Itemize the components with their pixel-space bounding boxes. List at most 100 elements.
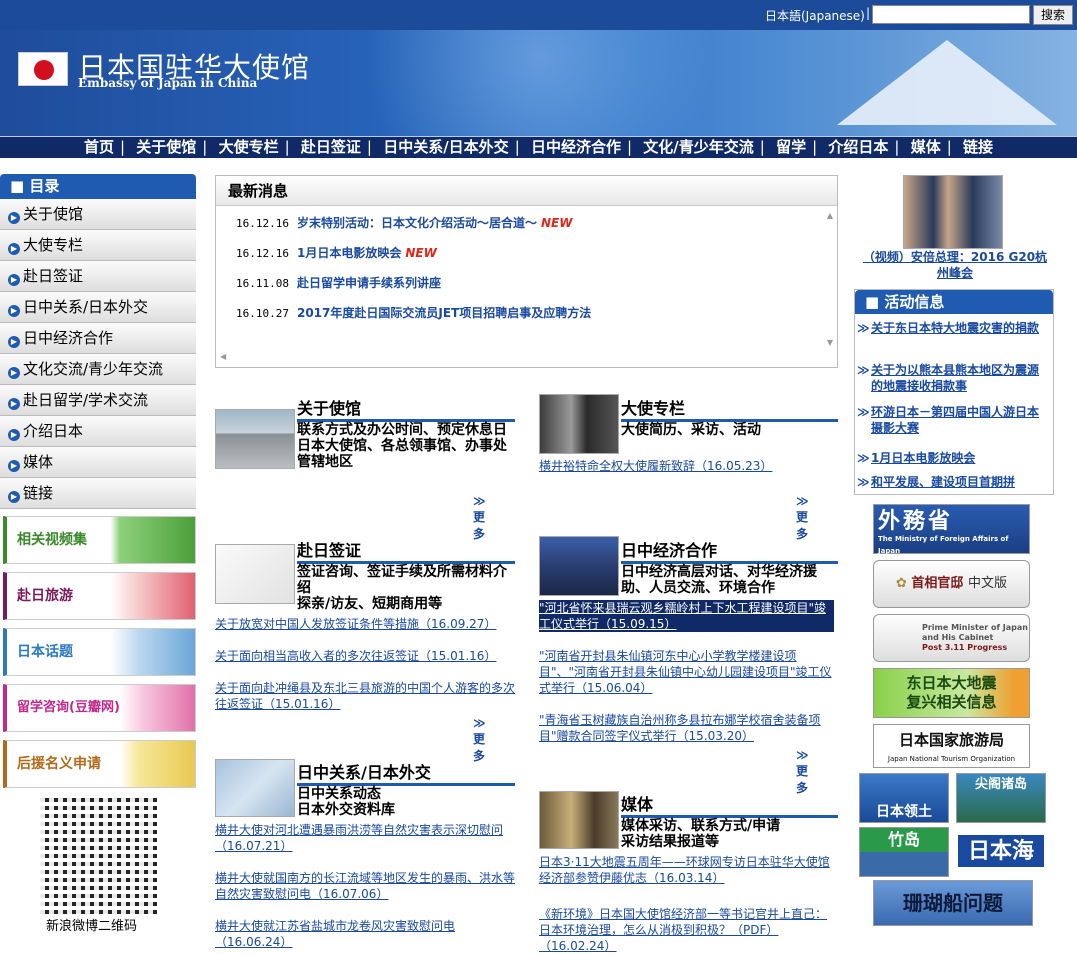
more-link[interactable]: ≫ 更多	[796, 748, 809, 796]
news-item: 16.11.08 赴日留学申请手续系列讲座	[236, 276, 441, 290]
section-title[interactable]: 赴日签证	[297, 537, 515, 564]
banner-study[interactable]: 留学咨询(豆瓣网)	[3, 684, 196, 732]
arrow-icon: ▶	[8, 305, 20, 317]
territory-banner[interactable]: 日本领土	[859, 773, 949, 823]
latest-news-box: 最新消息 16.12.16 岁末特别活动：日本文化介绍活动～居合道～ NEW 16.…	[215, 175, 838, 368]
takeshima-banner[interactable]: 竹岛	[859, 827, 949, 877]
more-link[interactable]: ≫ 更多	[796, 494, 809, 542]
nav-item[interactable]: 媒体	[911, 138, 941, 156]
section-title[interactable]: 关于使馆	[297, 395, 515, 422]
pm-cabinet-banner[interactable]: Prime Minister of Japan and His Cabinet Po…	[873, 614, 1030, 662]
article-link[interactable]: 横井裕特命全权大使履新致辞（16.05.23）	[539, 458, 838, 474]
language-link[interactable]: 日本語(Japanese)	[765, 7, 865, 24]
sidebar-title: ■ 目录	[0, 174, 196, 199]
article-link[interactable]: "河北省怀来县瑞云观乡糯岭村上下水工程建设项目"竣工仪式举行（15.09.15）	[539, 600, 834, 632]
scroll-down-icon[interactable]: ▼	[827, 338, 833, 347]
japan-flag-icon	[18, 52, 68, 86]
search-button[interactable]: 搜索	[1033, 5, 1073, 25]
more-link[interactable]: ≫ 更多	[473, 716, 486, 764]
news-link[interactable]: 2017年度赴日国际交流员JET项目招聘启事及应聘方法	[297, 306, 591, 320]
arrow-icon: ▶	[8, 491, 20, 503]
article-link[interactable]: 横井大使就江苏省盐城市龙卷风灾害致慰问电（16.06.24）	[215, 918, 515, 950]
scroll-up-icon[interactable]: ▲	[827, 211, 833, 220]
activity-title: ■ 活动信息	[855, 290, 1053, 314]
news-title: 最新消息	[216, 176, 837, 206]
activity-item[interactable]: ≫ 和平发展、建设项目首期拼	[857, 474, 1041, 490]
article-link[interactable]: 日本3·11大地震五周年——环球网专访日本驻华大使馆经济部参赞伊藤优志（16.0…	[539, 854, 838, 886]
banner-videos[interactable]: 相关视频集	[3, 516, 196, 564]
mount-fuji-graphic	[837, 40, 1057, 125]
arrow-icon: ≫	[857, 363, 870, 377]
news-link[interactable]: 1月日本电影放映会	[297, 246, 401, 260]
sidebar-item[interactable]: ▶ 媒体	[0, 447, 196, 478]
news-link[interactable]: 岁末特别活动：日本文化介绍活动～居合道～	[297, 216, 537, 230]
nav-item[interactable]: 日中经济合作	[531, 138, 621, 156]
section-title[interactable]: 日中经济合作	[621, 537, 838, 564]
nav-item[interactable]: 留学	[776, 138, 806, 156]
banner-support[interactable]: 后援名义申请	[3, 740, 196, 788]
arrow-icon: ▶	[8, 460, 20, 472]
activity-item[interactable]: ≫ 关于为以熊本县熊本地区为震源的地震接收捐款事	[857, 362, 1041, 394]
banner-travel[interactable]: 赴日旅游	[3, 572, 196, 620]
arrow-icon: ▶	[8, 398, 20, 410]
sidebar-item[interactable]: ▶ 日中经济合作	[0, 323, 196, 354]
search-input[interactable]	[872, 5, 1030, 24]
article-link[interactable]: 横井大使对河北遭遇暴雨洪涝等自然灾害表示深切慰问（16.07.21）	[215, 822, 515, 854]
nav-item[interactable]: 介绍日本	[828, 138, 888, 156]
arrow-icon: ▶	[8, 336, 20, 348]
activity-item[interactable]: ≫ 关于东日本特大地震灾害的捐款	[857, 320, 1041, 336]
article-link[interactable]: 关于放宽对中国人发放签证条件等措施（16.09.27）	[215, 616, 515, 632]
article-link[interactable]: "青海省玉树藏族自治州称多县拉布娜学校宿舍装备项目"赠款合同签字仪式举行（15.…	[539, 712, 838, 744]
nav-item[interactable]: 链接	[963, 138, 993, 156]
sea-of-japan-banner[interactable]: 日本海	[956, 833, 1046, 869]
article-link[interactable]: 关于面向相当高收入者的多次往返签证（15.01.16）	[215, 648, 515, 664]
arrow-icon: ▶	[8, 367, 20, 379]
section-title[interactable]: 大使专栏	[621, 395, 838, 422]
scroll-left-icon[interactable]: ◀	[220, 352, 226, 361]
site-subtitle: Embassy of Japan in China	[78, 76, 258, 90]
nav-item[interactable]: 大使专栏	[219, 138, 279, 156]
coral-boat-banner[interactable]: 珊瑚船问题	[873, 880, 1033, 926]
news-item: 16.12.16 1月日本电影放映会 NEW	[236, 246, 437, 260]
nav-item[interactable]: 赴日签证	[301, 138, 361, 156]
sidebar-menu: ■ 目录 ▶ 关于使馆 ▶ 大使专栏 ▶ 赴日签证 ▶ 日中关系/日本外交 ▶ 日中经济合…	[0, 174, 196, 509]
section-title[interactable]: 媒体	[621, 791, 838, 818]
article-link[interactable]: 横井大使就国南方的长江流域等地区发生的暴雨、洪水等自然灾害致慰问电（16.07.…	[215, 870, 515, 902]
arrow-icon: ≫	[857, 321, 870, 335]
article-link[interactable]: 《新环境》日本国大使馆经济部一等书记官井上直己：日本环境治理，怎么从消极到积极？…	[539, 906, 838, 954]
main-nav: 首页 | 关于使馆 | 大使专栏 | 赴日签证 | 日中关系/日本外交 | 日中经济合作 |…	[0, 136, 1077, 158]
activity-item[interactable]: ≫ 1月日本电影放映会	[857, 450, 1041, 466]
senkaku-banner[interactable]: 尖阁诸岛	[956, 773, 1046, 823]
arrow-icon: ≫	[857, 475, 870, 489]
arrow-icon: ▶	[8, 243, 20, 255]
g20-caption[interactable]: （视频）安倍总理：2016 G20杭州峰会	[862, 249, 1048, 281]
section-title[interactable]: 日中关系/日本外交	[297, 759, 515, 786]
activity-item[interactable]: ≫ 环游日本－第四届中国人游日本摄影大赛	[857, 404, 1041, 436]
sidebar-item[interactable]: ▶ 赴日留学/学术交流	[0, 385, 196, 416]
nav-item[interactable]: 首页	[84, 138, 114, 156]
recovery-banner[interactable]: 东日本大地震 复兴相关信息	[873, 668, 1030, 718]
nav-item[interactable]: 关于使馆	[136, 138, 196, 156]
nav-item[interactable]: 日中关系/日本外交	[383, 138, 508, 156]
banner-topics[interactable]: 日本话题	[3, 628, 196, 676]
sidebar-item[interactable]: ▶ 日中关系/日本外交	[0, 292, 196, 323]
arrow-icon: ▶	[8, 429, 20, 441]
sidebar-item[interactable]: ▶ 文化交流/青少年交流	[0, 354, 196, 385]
sidebar-item[interactable]: ▶ 介绍日本	[0, 416, 196, 447]
activity-box: ■ 活动信息 ≫ 关于东日本特大地震灾害的捐款 ≫ 关于为以熊本县熊本地区为震源的地…	[854, 289, 1054, 495]
sidebar-item[interactable]: ▶ 赴日签证	[0, 261, 196, 292]
nav-item[interactable]: 文化/青少年交流	[643, 138, 753, 156]
arrow-icon: ≫	[857, 405, 870, 419]
article-link[interactable]: "河南省开封县朱仙镇河东中心小学教学楼建设项目"、"河南省开封县朱仙镇中心幼儿园…	[539, 648, 838, 696]
news-link[interactable]: 赴日留学申请手续系列讲座	[297, 276, 441, 290]
sidebar-item[interactable]: ▶ 大使专栏	[0, 230, 196, 261]
sidebar-item[interactable]: ▶ 链接	[0, 478, 196, 509]
g20-photo[interactable]	[903, 175, 1003, 249]
jnto-banner[interactable]: 日本国家旅游局 Japan National Tourism Organizati…	[873, 724, 1030, 768]
mofa-banner[interactable]: 外務省 The Ministry of Foreign Affairs of J…	[873, 504, 1030, 555]
more-link[interactable]: ≫ 更多	[473, 494, 486, 542]
kantei-banner[interactable]: ✿ 首相官邸 中文版	[873, 560, 1030, 608]
sidebar-item[interactable]: ▶ 关于使馆	[0, 199, 196, 230]
article-link[interactable]: 关于面向赴冲绳县及东北三县旅游的中国个人游客的多次往返签证（15.01.16）	[215, 680, 515, 712]
weibo-qr-code	[40, 797, 157, 914]
